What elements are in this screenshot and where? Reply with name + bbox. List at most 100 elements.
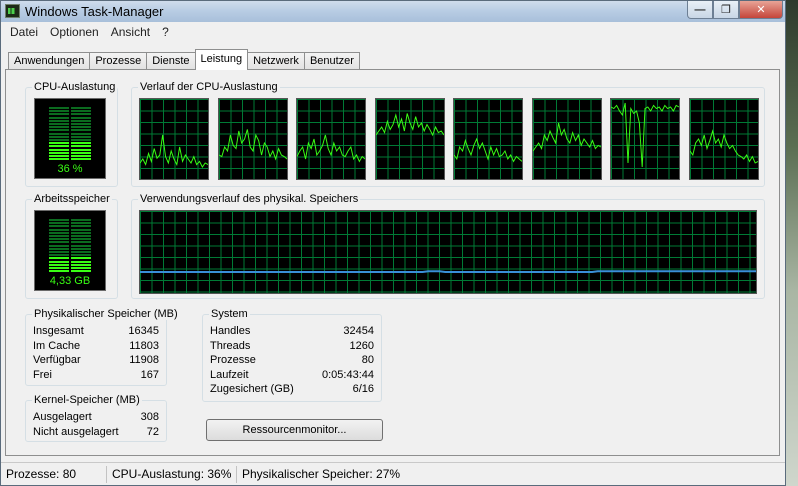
- menu-datei[interactable]: Datei: [4, 25, 44, 39]
- stat-row: Verfügbar 11908: [33, 354, 159, 368]
- tab-dienste[interactable]: Dienste: [146, 52, 196, 70]
- gauge-cell: [49, 142, 69, 145]
- title-bar[interactable]: Windows Task-Manager — ❐ ✕: [1, 1, 785, 22]
- gauge-cell: [71, 219, 91, 221]
- kernel-memory-label: Kernel-Speicher (MB): [32, 394, 142, 406]
- menu-help[interactable]: ?: [156, 25, 175, 39]
- gauge-cell: [49, 260, 69, 263]
- gauge-cell: [71, 231, 91, 234]
- gauge-cell: [71, 119, 91, 122]
- tab-netzwerk[interactable]: Netzwerk: [247, 52, 305, 70]
- gauge-cell: [71, 107, 91, 109]
- gauge-cell: [49, 270, 69, 273]
- resource-monitor-button[interactable]: Ressourcenmonitor...: [206, 419, 383, 441]
- stat-label: Verfügbar: [33, 354, 81, 366]
- stat-label: Prozesse: [210, 354, 256, 366]
- cpu-core-plot: [218, 129, 287, 161]
- gauge-cell: [49, 257, 69, 260]
- system-group: System Handles 32454 Threads 1260 Prozes…: [202, 308, 382, 402]
- cpu-core-graph: [217, 98, 288, 180]
- cpu-core-graph: [688, 98, 759, 180]
- cpu-core-series-line: [611, 102, 679, 168]
- tab-strip: Anwendungen Prozesse Dienste Leistung Ne…: [8, 49, 360, 70]
- performance-panel: CPU-Auslastung 36 % Verlauf der CPU-Ausl…: [5, 69, 780, 456]
- stat-label: Threads: [210, 340, 251, 352]
- menu-ansicht[interactable]: Ansicht: [105, 25, 156, 39]
- gauge-cell: [49, 244, 69, 247]
- tab-benutzer[interactable]: Benutzer: [303, 52, 360, 70]
- gauge-cell: [49, 135, 69, 138]
- gauge-cell: [49, 107, 69, 109]
- cpu-core-series-line: [297, 134, 365, 163]
- memory-gauge: 4,33 GB: [34, 210, 106, 291]
- status-memory: Physikalischer Speicher: 27%: [242, 467, 401, 481]
- stat-row: Ausgelagert 308: [33, 411, 159, 425]
- cpu-core-plot: [375, 113, 444, 137]
- stat-value: 72: [146, 426, 159, 438]
- cpu-core-series-line: [218, 129, 287, 161]
- memory-history-group: Verwendungsverlauf des physikal. Speiche…: [131, 193, 765, 299]
- stat-label: Nicht ausgelagert: [33, 426, 119, 438]
- gauge-cell: [49, 222, 69, 225]
- gauge-cell: [71, 123, 91, 125]
- tab-leistung[interactable]: Leistung: [194, 49, 249, 70]
- gauge-cell: [71, 251, 91, 253]
- gauge-cell: [49, 113, 69, 116]
- cpu-core-graph: [531, 98, 602, 180]
- gauge-cell: [49, 263, 69, 266]
- memory-group: Arbeitsspeicher 4,33 GB: [25, 193, 118, 299]
- gauge-cell: [49, 155, 69, 157]
- menu-bar: Datei Optionen Ansicht ?: [1, 22, 785, 42]
- stat-value: 80: [361, 354, 374, 366]
- stat-value: 6/16: [352, 383, 374, 395]
- status-bar: Prozesse: 80 CPU-Auslastung: 36% Physika…: [1, 462, 785, 485]
- gauge-cell: [71, 113, 91, 116]
- gauge-cell: [71, 155, 91, 157]
- stat-label: Zugesichert (GB): [210, 383, 294, 395]
- gauge-cell: [49, 110, 69, 113]
- cpu-core-plot: [611, 102, 679, 168]
- gauge-cell: [71, 129, 91, 132]
- memory-history-plot: [140, 270, 756, 273]
- gauge-cell: [49, 139, 69, 141]
- gauge-cell: [49, 231, 69, 234]
- memory-value: 4,33 GB: [49, 275, 91, 287]
- cpu-usage-label: CPU-Auslastung: [32, 81, 118, 93]
- gauge-cell: [71, 244, 91, 247]
- physical-memory-label: Physikalischer Speicher (MB): [32, 308, 180, 320]
- minimize-button[interactable]: —: [687, 1, 713, 19]
- gauge-cell: [71, 110, 91, 113]
- stat-row: Nicht ausgelagert 72: [33, 426, 159, 440]
- close-button[interactable]: ✕: [739, 1, 783, 19]
- menu-optionen[interactable]: Optionen: [44, 25, 105, 39]
- tab-prozesse[interactable]: Prozesse: [89, 52, 148, 70]
- gauge-cell: [49, 158, 69, 161]
- stat-value: 308: [140, 411, 159, 423]
- gauge-cell: [71, 158, 91, 161]
- stat-row: Im Cache 11803: [33, 340, 159, 354]
- cpu-core-plot: [689, 129, 758, 164]
- memory-history-label: Verwendungsverlauf des physikal. Speiche…: [138, 193, 361, 205]
- cpu-core-series-line: [532, 122, 601, 152]
- cpu-core-series-line: [689, 129, 758, 164]
- memory-history-graph: [139, 210, 757, 294]
- cpu-usage-value: 36 %: [57, 163, 83, 175]
- stat-label: Laufzeit: [210, 369, 249, 381]
- gauge-cell: [71, 145, 91, 148]
- gauge-cell: [71, 267, 91, 269]
- status-processes: Prozesse: 80: [1, 465, 107, 483]
- gauge-cell: [49, 132, 69, 135]
- cpu-history-label: Verlauf der CPU-Auslastung: [138, 81, 280, 93]
- gauge-cell: [49, 235, 69, 237]
- gauge-cell: [71, 260, 91, 263]
- gauge-cell: [71, 132, 91, 135]
- tab-anwendungen[interactable]: Anwendungen: [8, 52, 91, 70]
- cpu-core-plot: [532, 122, 601, 152]
- status-cpu: CPU-Auslastung: 36%: [107, 465, 237, 483]
- gauge-cell: [49, 119, 69, 122]
- gauge-cell: [49, 238, 69, 241]
- cpu-core-series-line: [140, 134, 208, 168]
- gauge-cell: [49, 126, 69, 129]
- gauge-cell: [71, 254, 91, 257]
- maximize-button[interactable]: ❐: [713, 1, 739, 19]
